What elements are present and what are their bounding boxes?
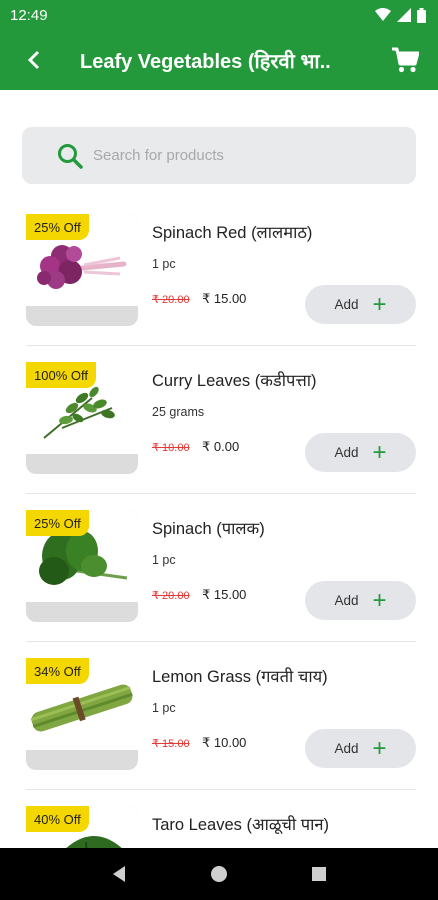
cart-icon	[392, 47, 419, 73]
add-button[interactable]: Add +	[305, 433, 416, 472]
add-button-label: Add	[334, 445, 359, 460]
page-title: Leafy Vegetables (हिरवी भा..	[80, 50, 331, 73]
add-button[interactable]: Add +	[305, 285, 416, 324]
discount-badge: 25% Off	[26, 214, 89, 240]
product-quantity: 1 pc	[152, 701, 176, 715]
back-triangle-icon[interactable]	[111, 865, 127, 883]
app-toolbar: Leafy Vegetables (हिरवी भा..	[0, 30, 438, 90]
signal-icon	[397, 8, 411, 22]
back-button[interactable]	[0, 30, 68, 90]
wifi-icon	[375, 8, 391, 21]
sale-price: ₹ 15.00	[202, 291, 247, 306]
original-price: ₹ 20.00	[152, 590, 190, 602]
status-time: 12:49	[10, 6, 48, 24]
product-card[interactable]: 25% Off Spinach Red (लालमाठ) 1 pc ₹ 20.0…	[26, 198, 416, 346]
add-button[interactable]: Add +	[305, 729, 416, 768]
plus-icon: +	[372, 438, 387, 466]
original-price: ₹ 20.00	[152, 294, 190, 306]
sale-price: ₹ 0.00	[202, 439, 240, 454]
product-name[interactable]: Spinach (पालक)	[152, 516, 265, 539]
original-price: ₹ 15.00	[152, 738, 190, 750]
product-name[interactable]: Lemon Grass (गवती चाय)	[152, 664, 328, 687]
status-bar: 12:49	[0, 0, 438, 30]
product-list: 25% Off Spinach Red (लालमाठ) 1 pc ₹ 20.0…	[0, 198, 438, 900]
product-name[interactable]: Taro Leaves (आळूची पान)	[152, 812, 329, 835]
add-button[interactable]: Add +	[305, 581, 416, 620]
product-name[interactable]: Spinach Red (लालमाठ)	[152, 220, 312, 243]
product-card[interactable]: 34% Off Lemon Grass (गवती चाय) 1 pc ₹ 15…	[26, 642, 416, 790]
system-navigation-bar	[0, 848, 438, 900]
product-card[interactable]: 100% Off Curry Leaves (कडीपत्ता) 25 gram…	[26, 346, 416, 494]
discount-badge: 100% Off	[26, 362, 96, 388]
add-button-label: Add	[334, 741, 359, 756]
sale-price: ₹ 10.00	[202, 735, 247, 750]
plus-icon: +	[372, 290, 387, 318]
chevron-left-icon	[27, 50, 40, 70]
add-button-label: Add	[334, 297, 359, 312]
discount-badge: 40% Off	[26, 806, 89, 832]
recents-square-icon[interactable]	[311, 866, 327, 882]
plus-icon: +	[372, 586, 387, 614]
search-input[interactable]	[93, 147, 393, 164]
product-card[interactable]: 25% Off Spinach (पालक) 1 pc ₹ 20.00 ₹ 15…	[26, 494, 416, 642]
original-price: ₹ 10.00	[152, 442, 190, 454]
product-quantity: 1 pc	[152, 553, 176, 567]
home-circle-icon[interactable]	[210, 865, 228, 883]
plus-icon: +	[372, 734, 387, 762]
status-icons	[375, 7, 426, 23]
product-quantity: 1 pc	[152, 257, 176, 271]
search-icon	[58, 143, 83, 169]
product-quantity: 25 grams	[152, 405, 205, 419]
battery-icon	[417, 7, 426, 23]
add-button-label: Add	[334, 593, 359, 608]
discount-badge: 34% Off	[26, 658, 89, 684]
sale-price: ₹ 15.00	[202, 587, 247, 602]
search-bar[interactable]	[22, 127, 416, 184]
product-name[interactable]: Curry Leaves (कडीपत्ता)	[152, 368, 317, 391]
cart-button[interactable]	[390, 46, 420, 74]
discount-badge: 25% Off	[26, 510, 89, 536]
